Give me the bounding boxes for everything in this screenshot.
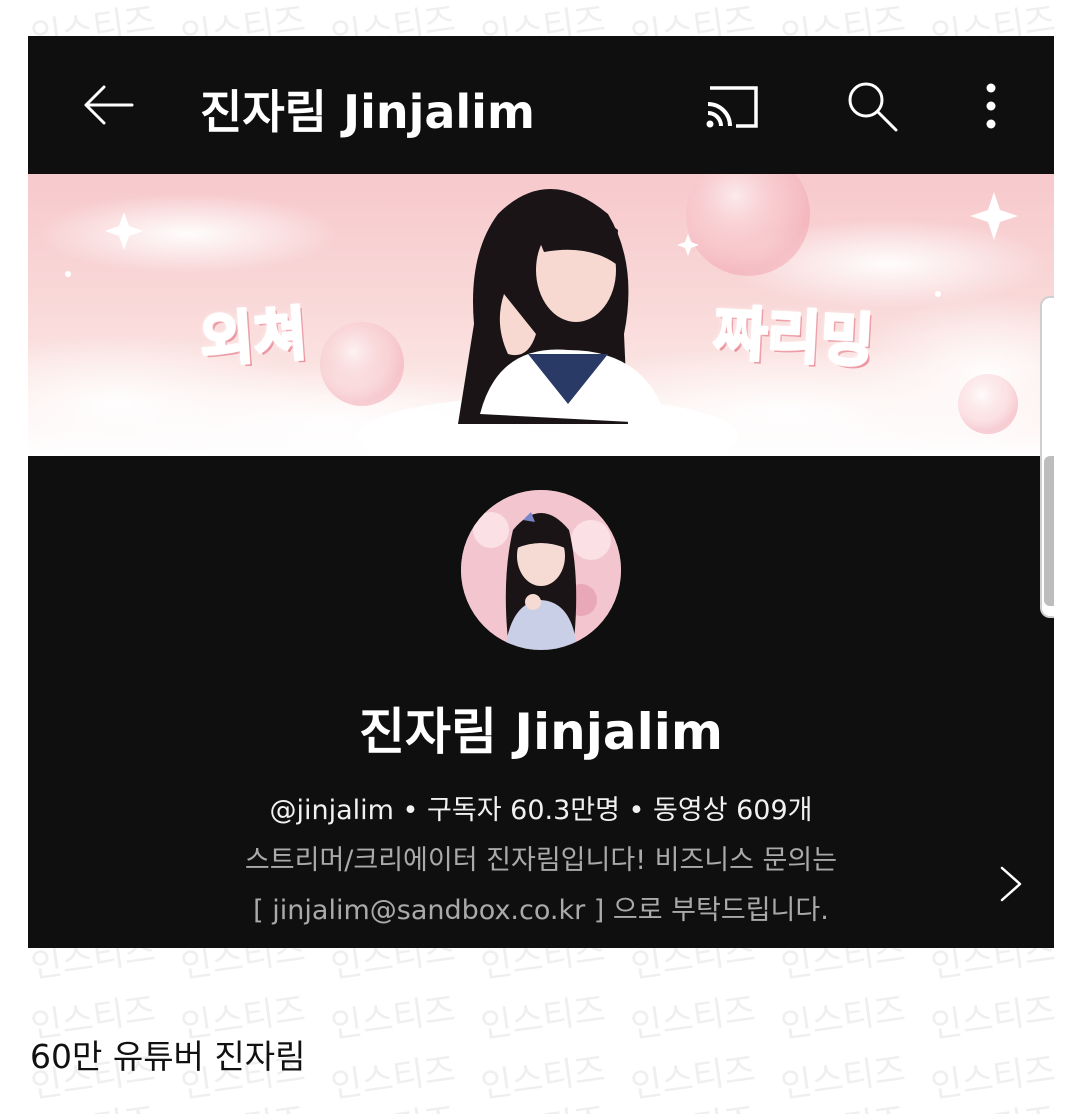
channel-avatar[interactable] <box>461 490 621 650</box>
channel-name: 진자림 Jinjalim <box>358 703 723 761</box>
watermark-text: 인스티즈 <box>628 1049 758 1107</box>
scrollbar-thumb[interactable] <box>1044 456 1054 606</box>
banner-text-left: 외쳐 <box>197 298 311 376</box>
watermark-text: 인스티즈 <box>928 1049 1058 1107</box>
watermark-text: 인스티즈 <box>778 1049 908 1107</box>
post-caption: 60만 유튜버 진자림 <box>30 1037 306 1076</box>
description-line-2: [ jinjalim@sandbox.co.kr ] 으로 부탁드립니다. <box>253 895 829 926</box>
watermark-text: 인스티즈 <box>627 1092 758 1114</box>
description-line-1: 스트리머/크리에이터 진자림입니다! 비즈니스 문의는 <box>244 845 838 876</box>
watermark-text: 인스티즈 <box>927 1092 1058 1114</box>
watermark-text: 인스티즈 <box>478 1049 608 1107</box>
channel-banner: 외쳐 짜리밍 <box>28 174 1054 456</box>
watermark-text: 인스티즈 <box>628 989 758 1047</box>
page-title: 진자림 Jinjalim <box>200 85 535 139</box>
channel-description[interactable]: 스트리머/크리에이터 진자림입니다! 비즈니스 문의는 [ jinjalim@s… <box>108 836 974 936</box>
more-vertical-icon <box>986 83 996 129</box>
back-button[interactable] <box>76 78 140 132</box>
watermark-text: 인스티즈 <box>928 989 1058 1047</box>
watermark-text: 인스티즈 <box>328 989 458 1047</box>
watermark-text: 인스티즈 <box>478 989 608 1047</box>
watermark-text: 인스티즈 <box>477 1092 608 1114</box>
app-bar: 진자림 Jinjalim <box>28 36 1054 174</box>
cast-button[interactable] <box>700 80 764 134</box>
watermark-text: 인스티즈 <box>328 1049 458 1107</box>
watermark-text: 인스티즈 <box>777 1092 908 1114</box>
more-options-button[interactable] <box>964 78 1018 134</box>
search-icon <box>848 82 898 132</box>
watermark-text: 인스티즈 <box>177 1092 308 1114</box>
banner-text-right: 짜리밍 <box>711 297 877 376</box>
watermark-text: 인스티즈 <box>27 1092 158 1114</box>
channel-screen: 진자림 Jinjalim 외쳐 짜리밍 진자림 Jinjalim @jinjal… <box>28 36 1054 948</box>
watermark-text: 인스티즈 <box>778 989 908 1047</box>
cast-icon <box>706 86 758 128</box>
chevron-right-icon <box>1000 866 1022 902</box>
banner-illustration <box>28 174 1054 456</box>
description-expand-button[interactable] <box>990 864 1030 904</box>
channel-meta: @jinjalim • 구독자 60.3만명 • 동영상 609개 <box>269 795 813 826</box>
arrow-left-icon <box>84 85 134 125</box>
search-button[interactable] <box>840 78 904 134</box>
page: 인스티즈 인스티즈 인스티즈 인스티즈 인스티즈 인스티즈 인스티즈 인스티즈 인스티즈 인스티즈… <box>0 0 1080 1114</box>
avatar-image <box>461 490 621 650</box>
watermark-text: 인스티즈 <box>327 1092 458 1114</box>
